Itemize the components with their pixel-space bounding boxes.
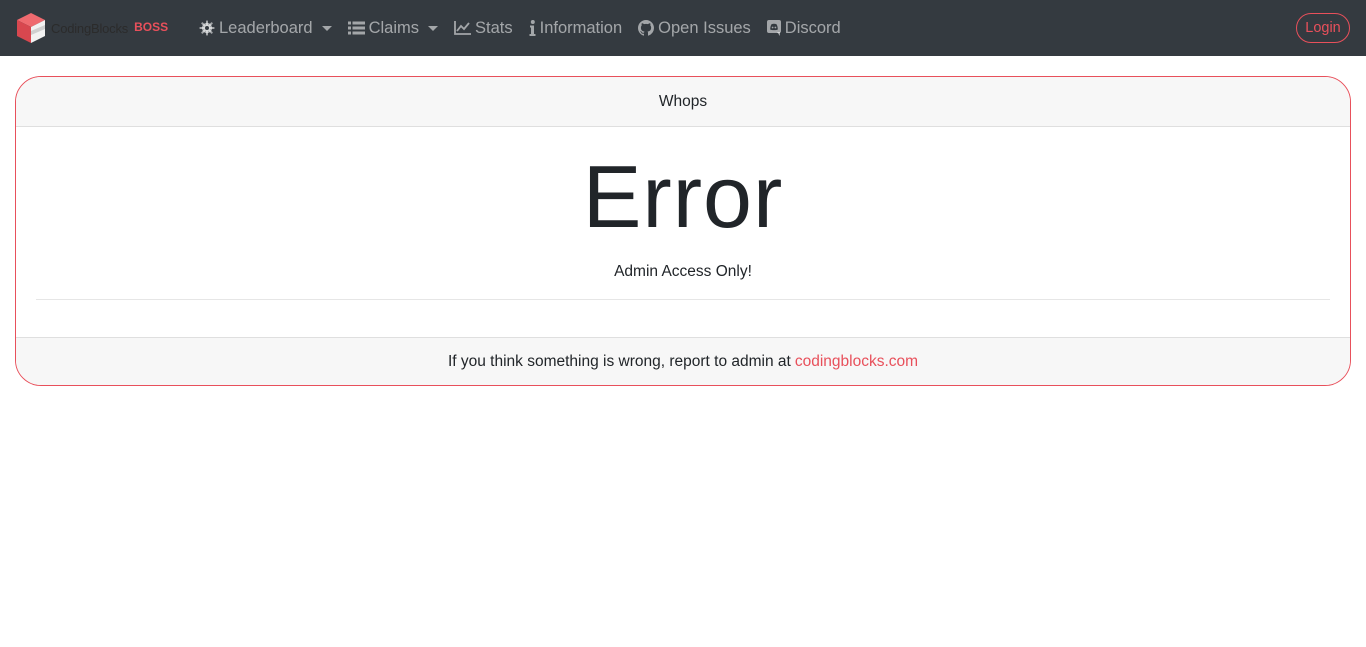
gear-icon xyxy=(199,20,215,36)
main-nav: Leaderboard Claims Stats Information Ope… xyxy=(199,0,857,56)
card-footer: If you think something is wrong, report … xyxy=(16,337,1350,385)
error-title: Error xyxy=(582,147,784,246)
info-icon xyxy=(529,20,536,36)
nav-stats-label: Stats xyxy=(475,18,513,37)
nav-discord[interactable]: Discord xyxy=(766,0,841,56)
chevron-down-icon xyxy=(428,25,438,31)
nav-claims[interactable]: Claims xyxy=(347,0,438,56)
brand-name: CodingBlocks xyxy=(51,20,129,36)
nav-information[interactable]: Information xyxy=(529,0,623,56)
chevron-down-icon xyxy=(321,25,332,31)
nav-information-label: Information xyxy=(539,18,623,37)
admin-contact-link[interactable]: codingblocks.com xyxy=(795,353,918,371)
card-body: Error Admin Access Only! xyxy=(16,127,1350,337)
codingblocks-logo-icon xyxy=(17,13,45,43)
login-button[interactable]: Login xyxy=(1296,13,1350,43)
brand-link[interactable]: CodingBlocks BOSS xyxy=(15,12,168,44)
nav-discord-label: Discord xyxy=(784,18,841,37)
nav-stats[interactable]: Stats xyxy=(454,0,513,56)
chart-line-icon xyxy=(454,21,471,35)
discord-icon xyxy=(766,20,781,36)
error-message: Admin Access Only! xyxy=(614,263,752,280)
error-card: Whops Error Admin Access Only! If you th… xyxy=(15,76,1351,386)
nav-open-issues[interactable]: Open Issues xyxy=(638,0,751,56)
list-icon xyxy=(347,21,365,35)
nav-leaderboard-label: Leaderboard xyxy=(219,18,313,37)
brand-tag: BOSS xyxy=(134,20,169,34)
nav-open-issues-label: Open Issues xyxy=(658,18,751,37)
top-navbar: CodingBlocks BOSS Leaderboard Claims Sta… xyxy=(0,0,1366,56)
card-header: Whops xyxy=(16,77,1350,127)
divider xyxy=(36,299,1330,300)
nav-leaderboard[interactable]: Leaderboard xyxy=(199,0,332,56)
footer-text: If you think something is wrong, report … xyxy=(447,352,791,370)
nav-claims-label: Claims xyxy=(368,18,419,37)
github-icon xyxy=(638,20,655,36)
